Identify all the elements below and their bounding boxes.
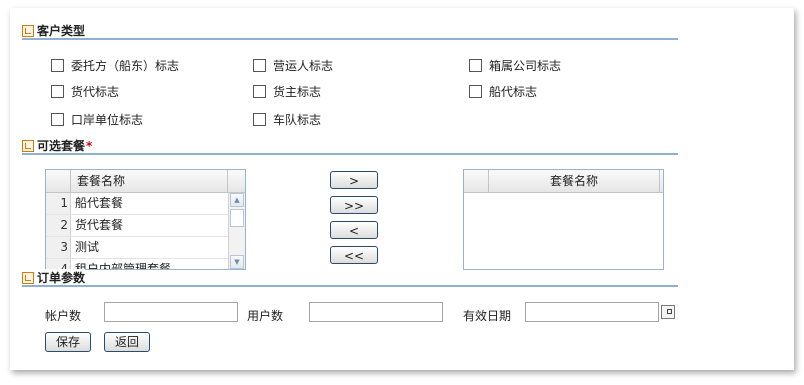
checkbox-box[interactable] bbox=[51, 113, 64, 126]
grid-header: 套餐名称 bbox=[464, 170, 663, 193]
checkbox-box[interactable] bbox=[51, 59, 64, 72]
move-all-button[interactable]: >> bbox=[330, 196, 378, 214]
section-icon bbox=[22, 139, 34, 152]
vertical-scrollbar[interactable]: ▲ ▼ bbox=[228, 193, 245, 269]
grid-column-header[interactable]: 套餐名称 bbox=[71, 170, 228, 192]
scroll-down-icon[interactable]: ▼ bbox=[230, 255, 244, 269]
section-divider bbox=[22, 285, 678, 287]
expiry-date-input[interactable] bbox=[525, 302, 659, 322]
checkbox-box-owner[interactable]: 箱属公司标志 bbox=[469, 57, 561, 74]
section-icon bbox=[22, 271, 34, 284]
calendar-icon[interactable] bbox=[661, 305, 675, 319]
remove-all-button[interactable]: << bbox=[330, 246, 378, 264]
checkbox-box[interactable] bbox=[253, 113, 266, 126]
section-divider bbox=[22, 153, 678, 155]
expiry-date-label: 有效日期 bbox=[463, 309, 512, 323]
checkbox-port-unit[interactable]: 口岸单位标志 bbox=[51, 111, 143, 128]
scroll-thumb[interactable] bbox=[230, 209, 244, 227]
remove-one-button[interactable]: < bbox=[330, 221, 378, 239]
account-count-input[interactable] bbox=[104, 302, 238, 322]
checkbox-box[interactable] bbox=[51, 85, 64, 98]
user-count-label: 用户数 bbox=[247, 309, 284, 323]
available-packages-grid[interactable]: 套餐名称 1 船代套餐 2 货代套餐 3 测试 4 租户内部管理套餐 ▲ ▼ bbox=[45, 169, 246, 270]
table-row[interactable]: 1 船代套餐 bbox=[46, 193, 228, 215]
checkbox-consignor[interactable]: 委托方（船东）标志 bbox=[51, 57, 179, 74]
table-row[interactable]: 3 测试 bbox=[46, 237, 228, 259]
user-count-input[interactable] bbox=[309, 302, 443, 322]
section-title-order-params: 订单参数 bbox=[22, 269, 86, 286]
checkbox-box[interactable] bbox=[469, 85, 482, 98]
checkbox-fleet[interactable]: 车队标志 bbox=[253, 111, 321, 128]
checkbox-box[interactable] bbox=[253, 59, 266, 72]
checkbox-ship-agent[interactable]: 船代标志 bbox=[469, 83, 537, 100]
scroll-up-icon[interactable]: ▲ bbox=[230, 193, 244, 207]
back-button[interactable]: 返回 bbox=[104, 332, 150, 352]
section-title-customer-type: 客户类型 bbox=[22, 22, 85, 39]
table-row[interactable]: 2 货代套餐 bbox=[46, 215, 228, 237]
section-icon bbox=[22, 24, 34, 37]
checkbox-forwarder[interactable]: 货代标志 bbox=[51, 83, 119, 100]
required-mark: * bbox=[86, 138, 93, 153]
checkbox-box[interactable] bbox=[469, 59, 482, 72]
account-count-label: 帐户数 bbox=[45, 309, 82, 323]
grid-body: 1 船代套餐 2 货代套餐 3 测试 4 租户内部管理套餐 bbox=[46, 193, 228, 269]
grid-column-header[interactable]: 套餐名称 bbox=[489, 170, 660, 192]
checkbox-cargo-owner[interactable]: 货主标志 bbox=[253, 83, 321, 100]
checkbox-box[interactable] bbox=[253, 85, 266, 98]
section-divider bbox=[22, 38, 678, 40]
move-one-button[interactable]: > bbox=[330, 171, 378, 189]
save-button[interactable]: 保存 bbox=[45, 332, 91, 352]
grid-header: 套餐名称 bbox=[46, 170, 245, 193]
checkbox-operator[interactable]: 营运人标志 bbox=[253, 57, 333, 74]
section-title-packages: 可选套餐 * bbox=[22, 137, 92, 154]
selected-packages-grid[interactable]: 套餐名称 bbox=[463, 169, 664, 270]
